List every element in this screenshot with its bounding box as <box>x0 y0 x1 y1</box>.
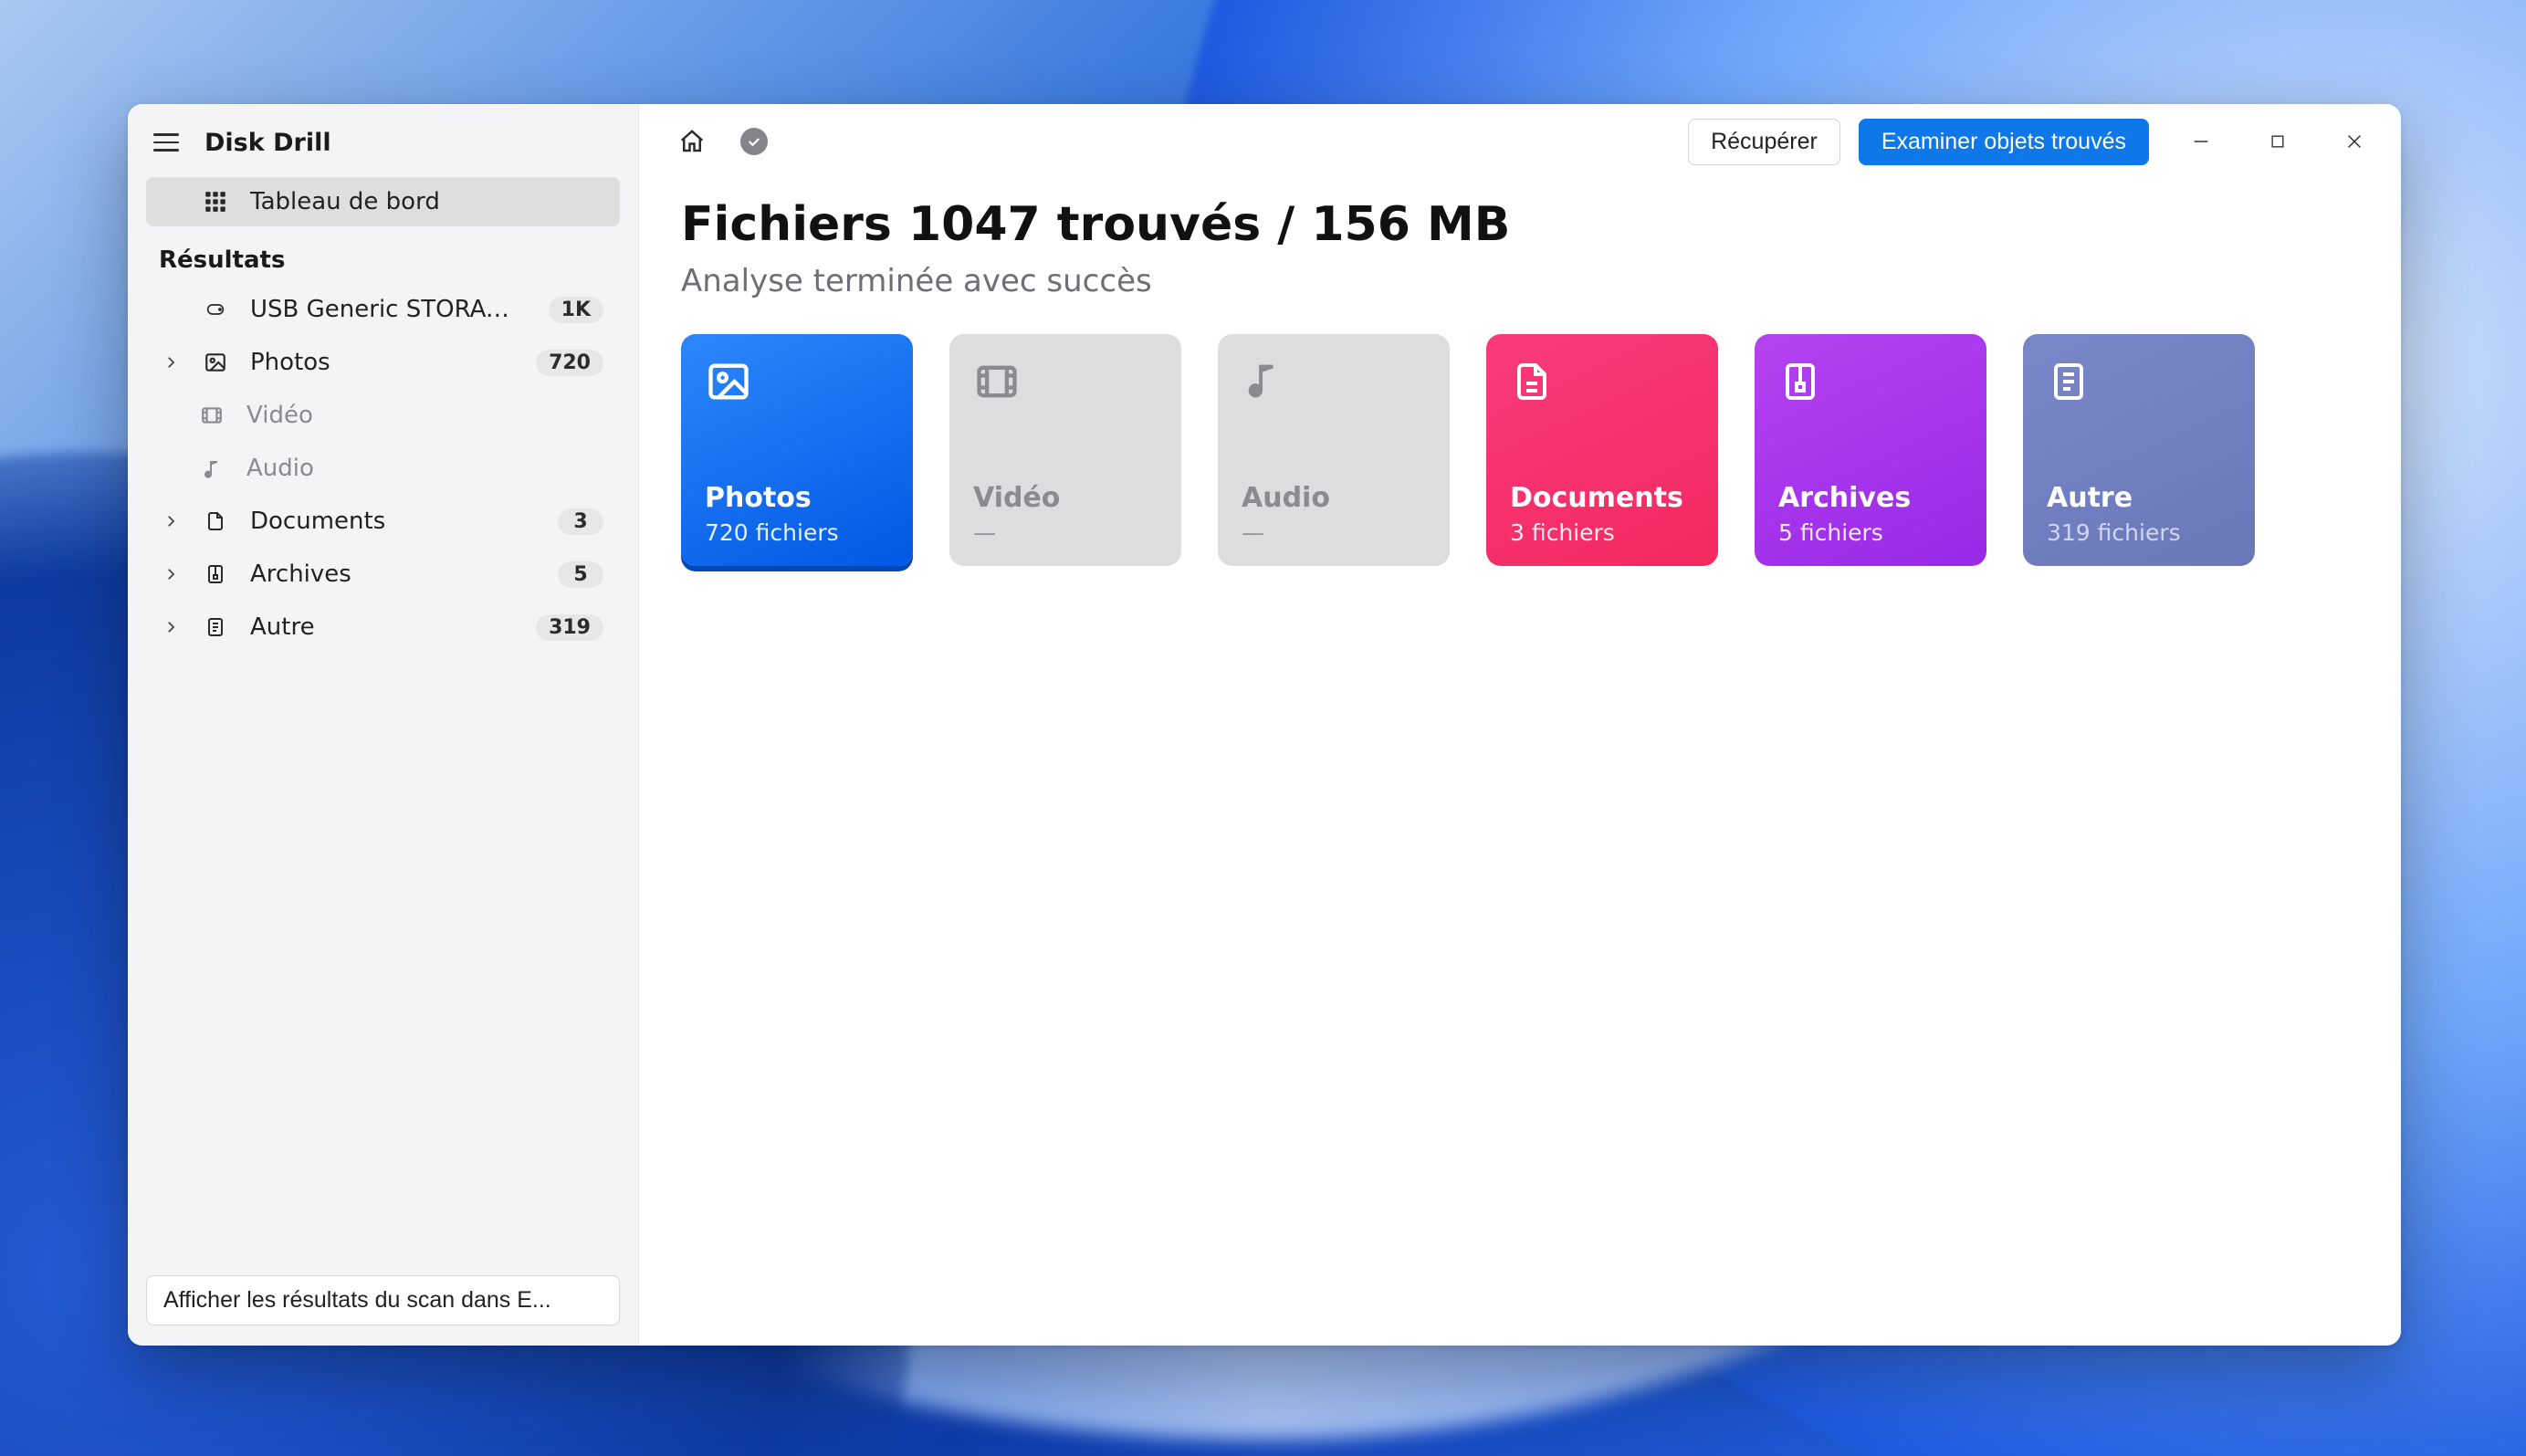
menu-button[interactable] <box>148 124 184 161</box>
chevron-right-icon <box>162 619 181 635</box>
card-subtitle: 5 fichiers <box>1778 519 1963 546</box>
sidebar-item-video[interactable]: Vidéo <box>146 391 620 440</box>
card-title: Vidéo <box>973 482 1158 514</box>
maximize-button[interactable] <box>2253 120 2302 163</box>
sidebar-item-archives[interactable]: Archives 5 <box>146 550 620 599</box>
archive-icon <box>203 561 228 587</box>
card-title: Archives <box>1778 482 1963 514</box>
card-archives[interactable]: Archives 5 fichiers <box>1755 334 1986 566</box>
card-subtitle: 720 fichiers <box>705 519 889 546</box>
main-area: Récupérer Examiner objets trouvés Fichie… <box>639 104 2401 1346</box>
category-cards: Photos 720 fichiers Vidéo — Audio — <box>681 334 2359 566</box>
sidebar: Disk Drill Tableau de bord Résultats USB… <box>128 104 639 1346</box>
music-icon <box>1242 358 1289 405</box>
page-subtitle: Analyse terminée avec succès <box>681 263 2359 299</box>
drive-icon <box>203 297 228 322</box>
sidebar-item-count: 1K <box>549 297 603 323</box>
sidebar-item-documents[interactable]: Documents 3 <box>146 497 620 546</box>
sidebar-item-label: Audio <box>246 455 603 482</box>
card-title: Documents <box>1510 482 1694 514</box>
card-title: Audio <box>1242 482 1426 514</box>
card-audio[interactable]: Audio — <box>1218 334 1450 566</box>
file-icon <box>2047 358 2094 405</box>
chevron-right-icon <box>162 513 181 529</box>
grid-icon <box>203 189 228 215</box>
show-results-button[interactable]: Afficher les résultats du scan dans E... <box>146 1275 620 1325</box>
minimize-button[interactable] <box>2176 120 2226 163</box>
sidebar-item-other[interactable]: Autre 319 <box>146 602 620 652</box>
chevron-right-icon <box>162 354 181 371</box>
sidebar-item-dashboard[interactable]: Tableau de bord <box>146 177 620 226</box>
card-subtitle: 319 fichiers <box>2047 519 2231 546</box>
card-documents[interactable]: Documents 3 fichiers <box>1486 334 1718 566</box>
toolbar: Récupérer Examiner objets trouvés <box>639 104 2401 175</box>
status-check-icon <box>732 120 776 163</box>
sidebar-item-device[interactable]: USB Generic STORAGE D... 1K <box>146 285 620 334</box>
sidebar-item-label: Documents <box>250 508 536 535</box>
sidebar-results-heading: Résultats <box>128 230 638 281</box>
card-photos[interactable]: Photos 720 fichiers <box>681 334 913 566</box>
card-video[interactable]: Vidéo — <box>949 334 1181 566</box>
card-subtitle: 3 fichiers <box>1510 519 1694 546</box>
close-button[interactable] <box>2330 120 2379 163</box>
chevron-right-icon <box>162 566 181 582</box>
video-icon <box>199 403 225 428</box>
examine-button[interactable]: Examiner objets trouvés <box>1859 119 2149 165</box>
card-title: Photos <box>705 482 889 514</box>
sidebar-item-label: Archives <box>250 560 536 588</box>
file-icon <box>203 614 228 640</box>
music-icon <box>199 456 225 481</box>
sidebar-item-label: Tableau de bord <box>250 188 603 215</box>
image-icon <box>705 358 752 405</box>
sidebar-item-count: 3 <box>558 508 603 535</box>
sidebar-header: Disk Drill <box>128 111 638 177</box>
video-icon <box>973 358 1021 405</box>
card-other[interactable]: Autre 319 fichiers <box>2023 334 2255 566</box>
page-title: Fichiers 1047 trouvés / 156 MB <box>681 197 2359 252</box>
card-subtitle: — <box>973 519 1158 546</box>
card-subtitle: — <box>1242 519 1426 546</box>
recover-button[interactable]: Récupérer <box>1688 119 1840 165</box>
sidebar-footer: Afficher les résultats du scan dans E... <box>128 1261 638 1346</box>
sidebar-item-photos[interactable]: Photos 720 <box>146 338 620 387</box>
document-icon <box>1510 358 1557 405</box>
app-title: Disk Drill <box>204 129 331 157</box>
app-window: Disk Drill Tableau de bord Résultats USB… <box>128 104 2401 1346</box>
sidebar-item-count: 5 <box>558 561 603 588</box>
sidebar-item-label: Autre <box>250 613 514 641</box>
sidebar-item-audio[interactable]: Audio <box>146 444 620 493</box>
archive-icon <box>1778 358 1826 405</box>
content: Fichiers 1047 trouvés / 156 MB Analyse t… <box>639 175 2401 588</box>
sidebar-item-label: USB Generic STORAGE D... <box>250 296 527 323</box>
sidebar-item-count: 720 <box>536 350 603 376</box>
sidebar-item-label: Photos <box>250 349 514 376</box>
card-title: Autre <box>2047 482 2231 514</box>
sidebar-item-label: Vidéo <box>246 402 603 429</box>
document-icon <box>203 508 228 534</box>
sidebar-item-count: 319 <box>536 614 603 641</box>
image-icon <box>203 350 228 375</box>
home-button[interactable] <box>670 120 714 163</box>
